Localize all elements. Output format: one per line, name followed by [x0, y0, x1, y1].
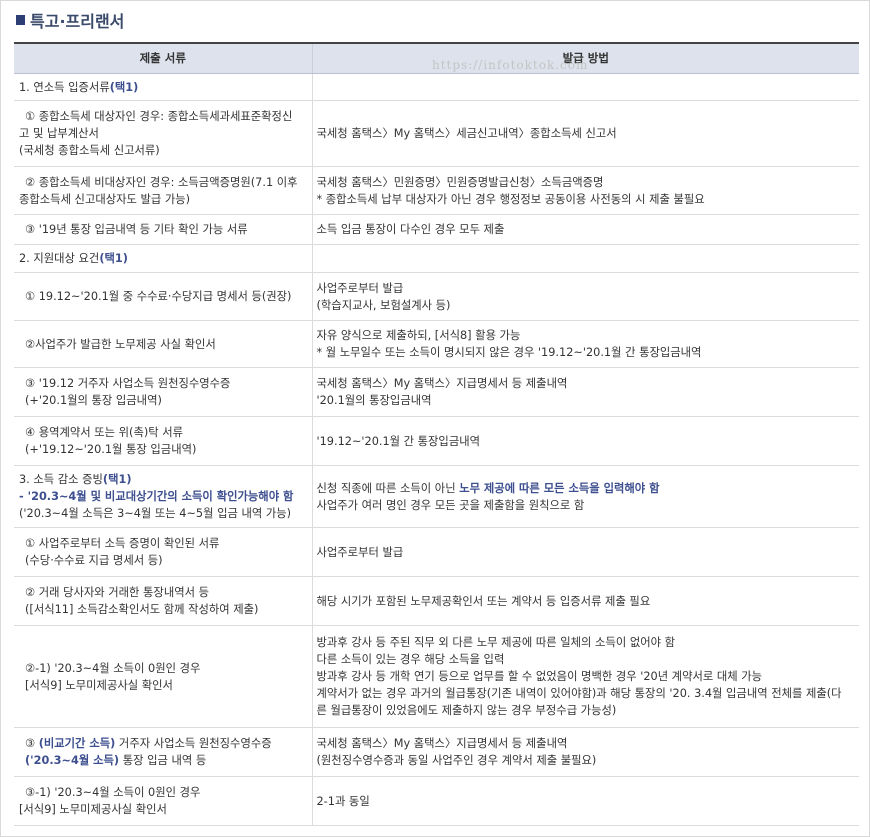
watermark: https://infotoktok.com: [432, 58, 589, 72]
table-row: ① 종합소득세 대상자인 경우: 종합소득세과세표준확정신 고 및 납부계산서 (국…: [14, 100, 859, 167]
table-row: ③ (비교기간 소득) 거주자 사업소득 원천징수영수증 ('20.3~4월 소…: [14, 727, 859, 777]
section-3-title: 3. 소득 감소 증빙(택1) - '20.3~4월 및 비교대상기간의 소득이…: [14, 465, 312, 528]
section-header-row: 1. 연소득 입증서류(택1): [14, 73, 859, 101]
documents-table: 제출 서류 발급 방법 1. 연소득 입증서류(택1) ① 종합소득세 대상자인…: [14, 42, 859, 826]
table-row: ④ 용역계약서 또는 위(촉)탁 서류 (+'19.12~'20.1월 통장 입금…: [14, 416, 859, 466]
section-header-row: 3. 소득 감소 증빙(택1) - '20.3~4월 및 비교대상기간의 소득이…: [14, 465, 859, 528]
header-documents: 제출 서류: [14, 42, 312, 74]
page-title-text: 특고·프리랜서: [30, 12, 125, 31]
table-row: ③ '19년 통장 입금내역 등 기타 확인 가능 서류 소득 입금 통장이 다…: [14, 214, 859, 245]
section-header-row: 2. 지원대상 요건(택1): [14, 244, 859, 273]
table-row: ② 종합소득세 비대상자인 경우: 소득금액증명원(7.1 이후 종합소득세 신고…: [14, 166, 859, 215]
square-bullet-icon: [16, 15, 25, 25]
table-row: ① 사업주로부터 소득 증명이 확인된 서류 (수당·수수료 지급 명세서 등) …: [14, 527, 859, 577]
table-row: ②-1) '20.3~4월 소득이 0원인 경우 [서식9] 노무미제공사실 확인…: [14, 625, 859, 728]
page-title: 특고·프리랜서: [16, 9, 124, 31]
section-1-title: 1. 연소득 입증서류(택1): [14, 73, 312, 101]
table-row: ②사업주가 발급한 노무제공 사실 확인서 자유 양식으로 제출하되, [서식8…: [14, 320, 859, 368]
section-2-title: 2. 지원대상 요건(택1): [14, 244, 312, 273]
table-row: ① 19.12~'20.1월 중 수수료·수당지급 명세서 등(권장) 사업주로…: [14, 272, 859, 321]
table-row: ③-1) '20.3~4월 소득이 0원인 경우 [서식9] 노무미제공사실 확인…: [14, 776, 859, 826]
table-row: ③ '19.12 거주자 사업소득 원천징수영수증 (+'20.1월의 통장 입금…: [14, 367, 859, 417]
table-row: ② 거래 당사자와 거래한 통장내역서 등 ([서식11] 소득감소확인서도 함께…: [14, 576, 859, 626]
